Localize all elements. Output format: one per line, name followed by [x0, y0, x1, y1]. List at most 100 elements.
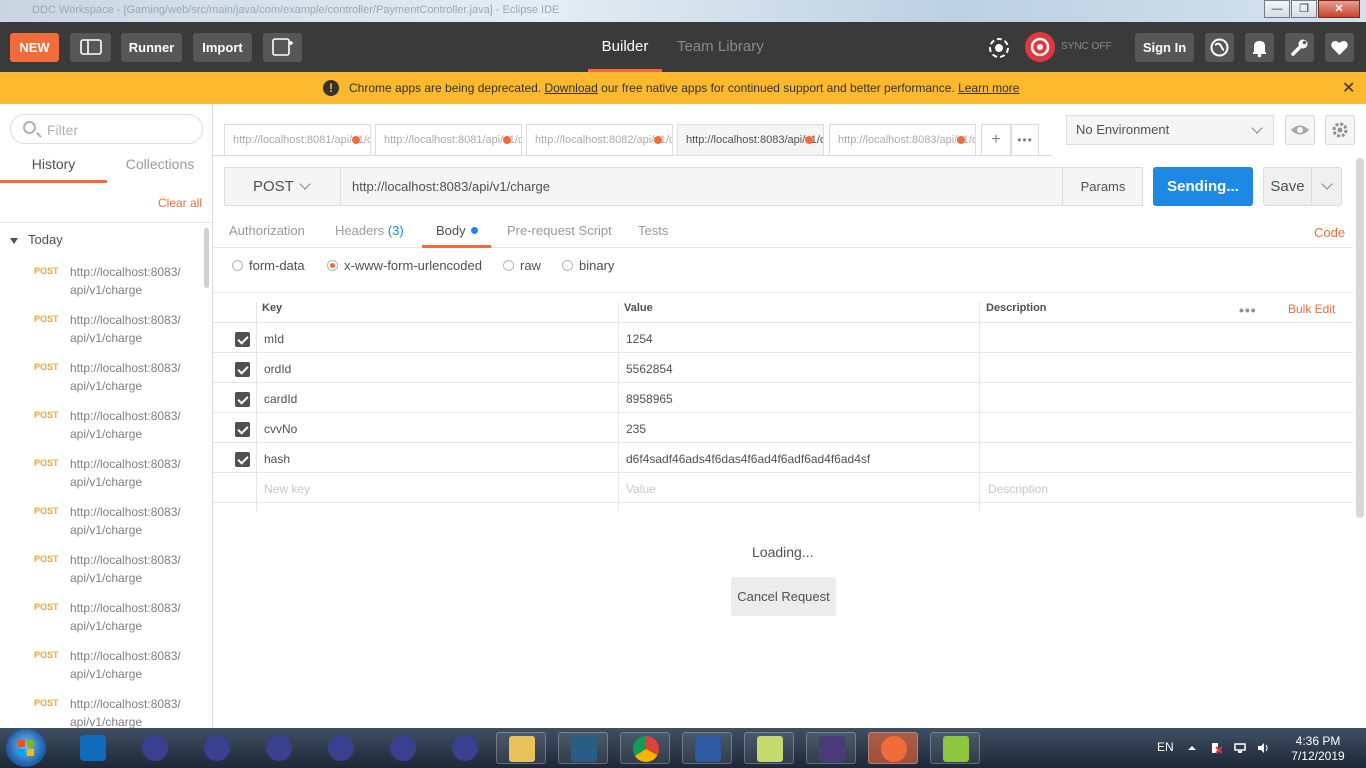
interceptor-icon[interactable] — [986, 35, 1012, 61]
request-tab[interactable]: http://localhost:8081/api/v1/charge — [375, 124, 522, 156]
history-item[interactable]: POST http://localhost:8083/api/v1/charge — [0, 352, 203, 400]
row-key[interactable]: hash — [264, 452, 290, 466]
history-item[interactable]: POST http://localhost:8083/api/v1/charge — [0, 544, 203, 592]
eclipse-taskbar-icon[interactable] — [316, 732, 366, 764]
row-checkbox[interactable] — [235, 452, 250, 467]
tab-body[interactable]: Body — [436, 223, 478, 238]
action-center-icon[interactable] — [1210, 742, 1222, 754]
save-button[interactable]: Save — [1263, 167, 1312, 206]
learn-more-link[interactable]: Learn more — [958, 81, 1019, 95]
tab-pre-request-script[interactable]: Pre-request Script — [507, 223, 612, 238]
history-item[interactable]: POST http://localhost:8083/api/v1/charge — [0, 592, 203, 640]
history-item[interactable]: POST http://localhost:8083/api/v1/charge — [0, 688, 203, 728]
close-window-button[interactable]: ✕ — [1318, 0, 1360, 18]
minimize-button[interactable]: — — [1264, 0, 1290, 18]
download-link[interactable]: Download — [544, 81, 597, 95]
save-options-button[interactable] — [1311, 167, 1342, 206]
more-tabs-button[interactable]: ••• — [1011, 124, 1039, 156]
history-item[interactable]: POST http://localhost:8083/api/v1/charge — [0, 400, 203, 448]
radio-raw[interactable]: raw — [503, 258, 541, 273]
eclipse-taskbar-icon[interactable] — [440, 732, 490, 764]
network-icon[interactable] — [1234, 742, 1246, 754]
toggle-sidebar-button[interactable] — [70, 33, 111, 62]
bulk-edit-link[interactable]: Bulk Edit — [1288, 302, 1335, 316]
history-item[interactable]: POST http://localhost:8083/api/v1/charge — [0, 304, 203, 352]
manage-environments-button[interactable] — [1325, 115, 1355, 145]
row-value[interactable]: 8958965 — [626, 392, 673, 406]
new-key-input[interactable]: New key — [264, 482, 310, 496]
sticky-notes-taskbar-icon[interactable] — [744, 732, 794, 764]
eclipse-taskbar-icon[interactable] — [192, 732, 242, 764]
chrome-taskbar-icon[interactable] — [620, 732, 670, 764]
clock[interactable]: 4:36 PM 7/12/2019 — [1288, 734, 1348, 764]
notifications-button[interactable] — [1245, 33, 1274, 62]
row-key[interactable]: mId — [264, 332, 284, 346]
environment-quick-look-button[interactable] — [1285, 115, 1315, 145]
import-button[interactable]: Import — [193, 33, 252, 62]
request-tab[interactable]: http://localhost:8081/api/v1/charge — [224, 124, 371, 156]
eclipse-taskbar-icon[interactable] — [254, 732, 304, 764]
radio-binary[interactable]: binary — [562, 258, 614, 273]
new-description-input[interactable]: Description — [988, 482, 1048, 496]
url-input[interactable] — [342, 168, 1062, 205]
row-value[interactable]: d6f4sadf46ads4f6das4f6ad4f6adf6ad4f6ad4s… — [626, 452, 870, 466]
row-value[interactable]: 1254 — [626, 332, 653, 346]
new-button[interactable]: NEW — [10, 33, 59, 62]
tab-builder[interactable]: Builder — [588, 22, 662, 72]
postman-taskbar-icon[interactable] — [868, 732, 918, 764]
maximize-button[interactable]: ❐ — [1291, 0, 1317, 18]
tab-authorization[interactable]: Authorization — [229, 223, 305, 238]
row-checkbox[interactable] — [235, 332, 250, 347]
request-tab[interactable]: http://localhost:8083/api/v1/charge — [829, 124, 976, 156]
banner-close-icon[interactable]: ✕ — [1342, 78, 1355, 98]
sync-icon[interactable] — [1025, 32, 1055, 62]
history-item[interactable]: POST http://localhost:8083/api/v1/charge — [0, 448, 203, 496]
show-hidden-icons-icon[interactable] — [1186, 742, 1198, 754]
tab-tests[interactable]: Tests — [638, 223, 668, 238]
filter-input[interactable] — [47, 120, 187, 140]
sidebar-scrollbar[interactable] — [204, 228, 209, 288]
add-tab-button[interactable]: + — [981, 124, 1011, 156]
start-button[interactable] — [6, 729, 46, 767]
history-item[interactable]: POST http://localhost:8083/api/v1/charge — [0, 640, 203, 688]
row-checkbox[interactable] — [235, 362, 250, 377]
generate-code-link[interactable]: Code — [1314, 225, 1345, 240]
table-more-icon[interactable]: ••• — [1239, 302, 1257, 318]
tab-headers[interactable]: Headers (3) — [335, 223, 404, 238]
eclipse-taskbar-icon[interactable] — [130, 732, 180, 764]
history-item[interactable]: POST http://localhost:8083/api/v1/charge — [0, 496, 203, 544]
file-explorer-taskbar-icon[interactable] — [496, 732, 546, 764]
runner-button[interactable]: Runner — [121, 33, 182, 62]
main-scrollbar[interactable] — [1356, 158, 1364, 518]
eclipse-taskbar-icon[interactable] — [378, 732, 428, 764]
send-button[interactable]: Sending... — [1153, 167, 1253, 206]
row-checkbox[interactable] — [235, 422, 250, 437]
row-key[interactable]: ordId — [264, 362, 291, 376]
globe-button[interactable] — [1205, 33, 1234, 62]
request-tab-active[interactable]: http://localhost:8083/api/v1/charge — [677, 124, 824, 156]
eclipse-java-ee-taskbar-icon[interactable] — [806, 732, 856, 764]
sign-in-button[interactable]: Sign In — [1135, 33, 1194, 62]
radio-form-data[interactable]: form-data — [232, 258, 305, 273]
row-value[interactable]: 5562854 — [626, 362, 673, 376]
clear-all-link[interactable]: Clear all — [158, 196, 202, 210]
new-value-input[interactable]: Value — [626, 482, 656, 496]
cancel-request-button[interactable]: Cancel Request — [731, 577, 836, 616]
radio-x-www-form-urlencoded[interactable]: x-www-form-urlencoded — [327, 258, 482, 273]
new-window-button[interactable] — [263, 33, 302, 62]
request-tab[interactable]: http://localhost:8082/api/v1/charge — [526, 124, 673, 156]
tab-history[interactable]: History — [0, 156, 107, 183]
tab-team-library[interactable]: Team Library — [677, 22, 764, 72]
row-key[interactable]: cvvNo — [264, 422, 297, 436]
language-indicator[interactable]: EN — [1157, 740, 1174, 754]
notepad-plus-plus-taskbar-icon[interactable] — [930, 732, 980, 764]
row-checkbox[interactable] — [235, 392, 250, 407]
mysql-workbench-taskbar-icon[interactable] — [558, 732, 608, 764]
row-key[interactable]: cardId — [264, 392, 297, 406]
outlook-taskbar-icon[interactable] — [68, 732, 118, 764]
history-item[interactable]: POST http://localhost:8083/api/v1/charge — [0, 256, 203, 304]
settings-button[interactable] — [1285, 33, 1314, 62]
powershell-taskbar-icon[interactable] — [682, 732, 732, 764]
favorite-button[interactable] — [1325, 33, 1354, 62]
environment-select[interactable]: No Environment — [1066, 115, 1274, 145]
